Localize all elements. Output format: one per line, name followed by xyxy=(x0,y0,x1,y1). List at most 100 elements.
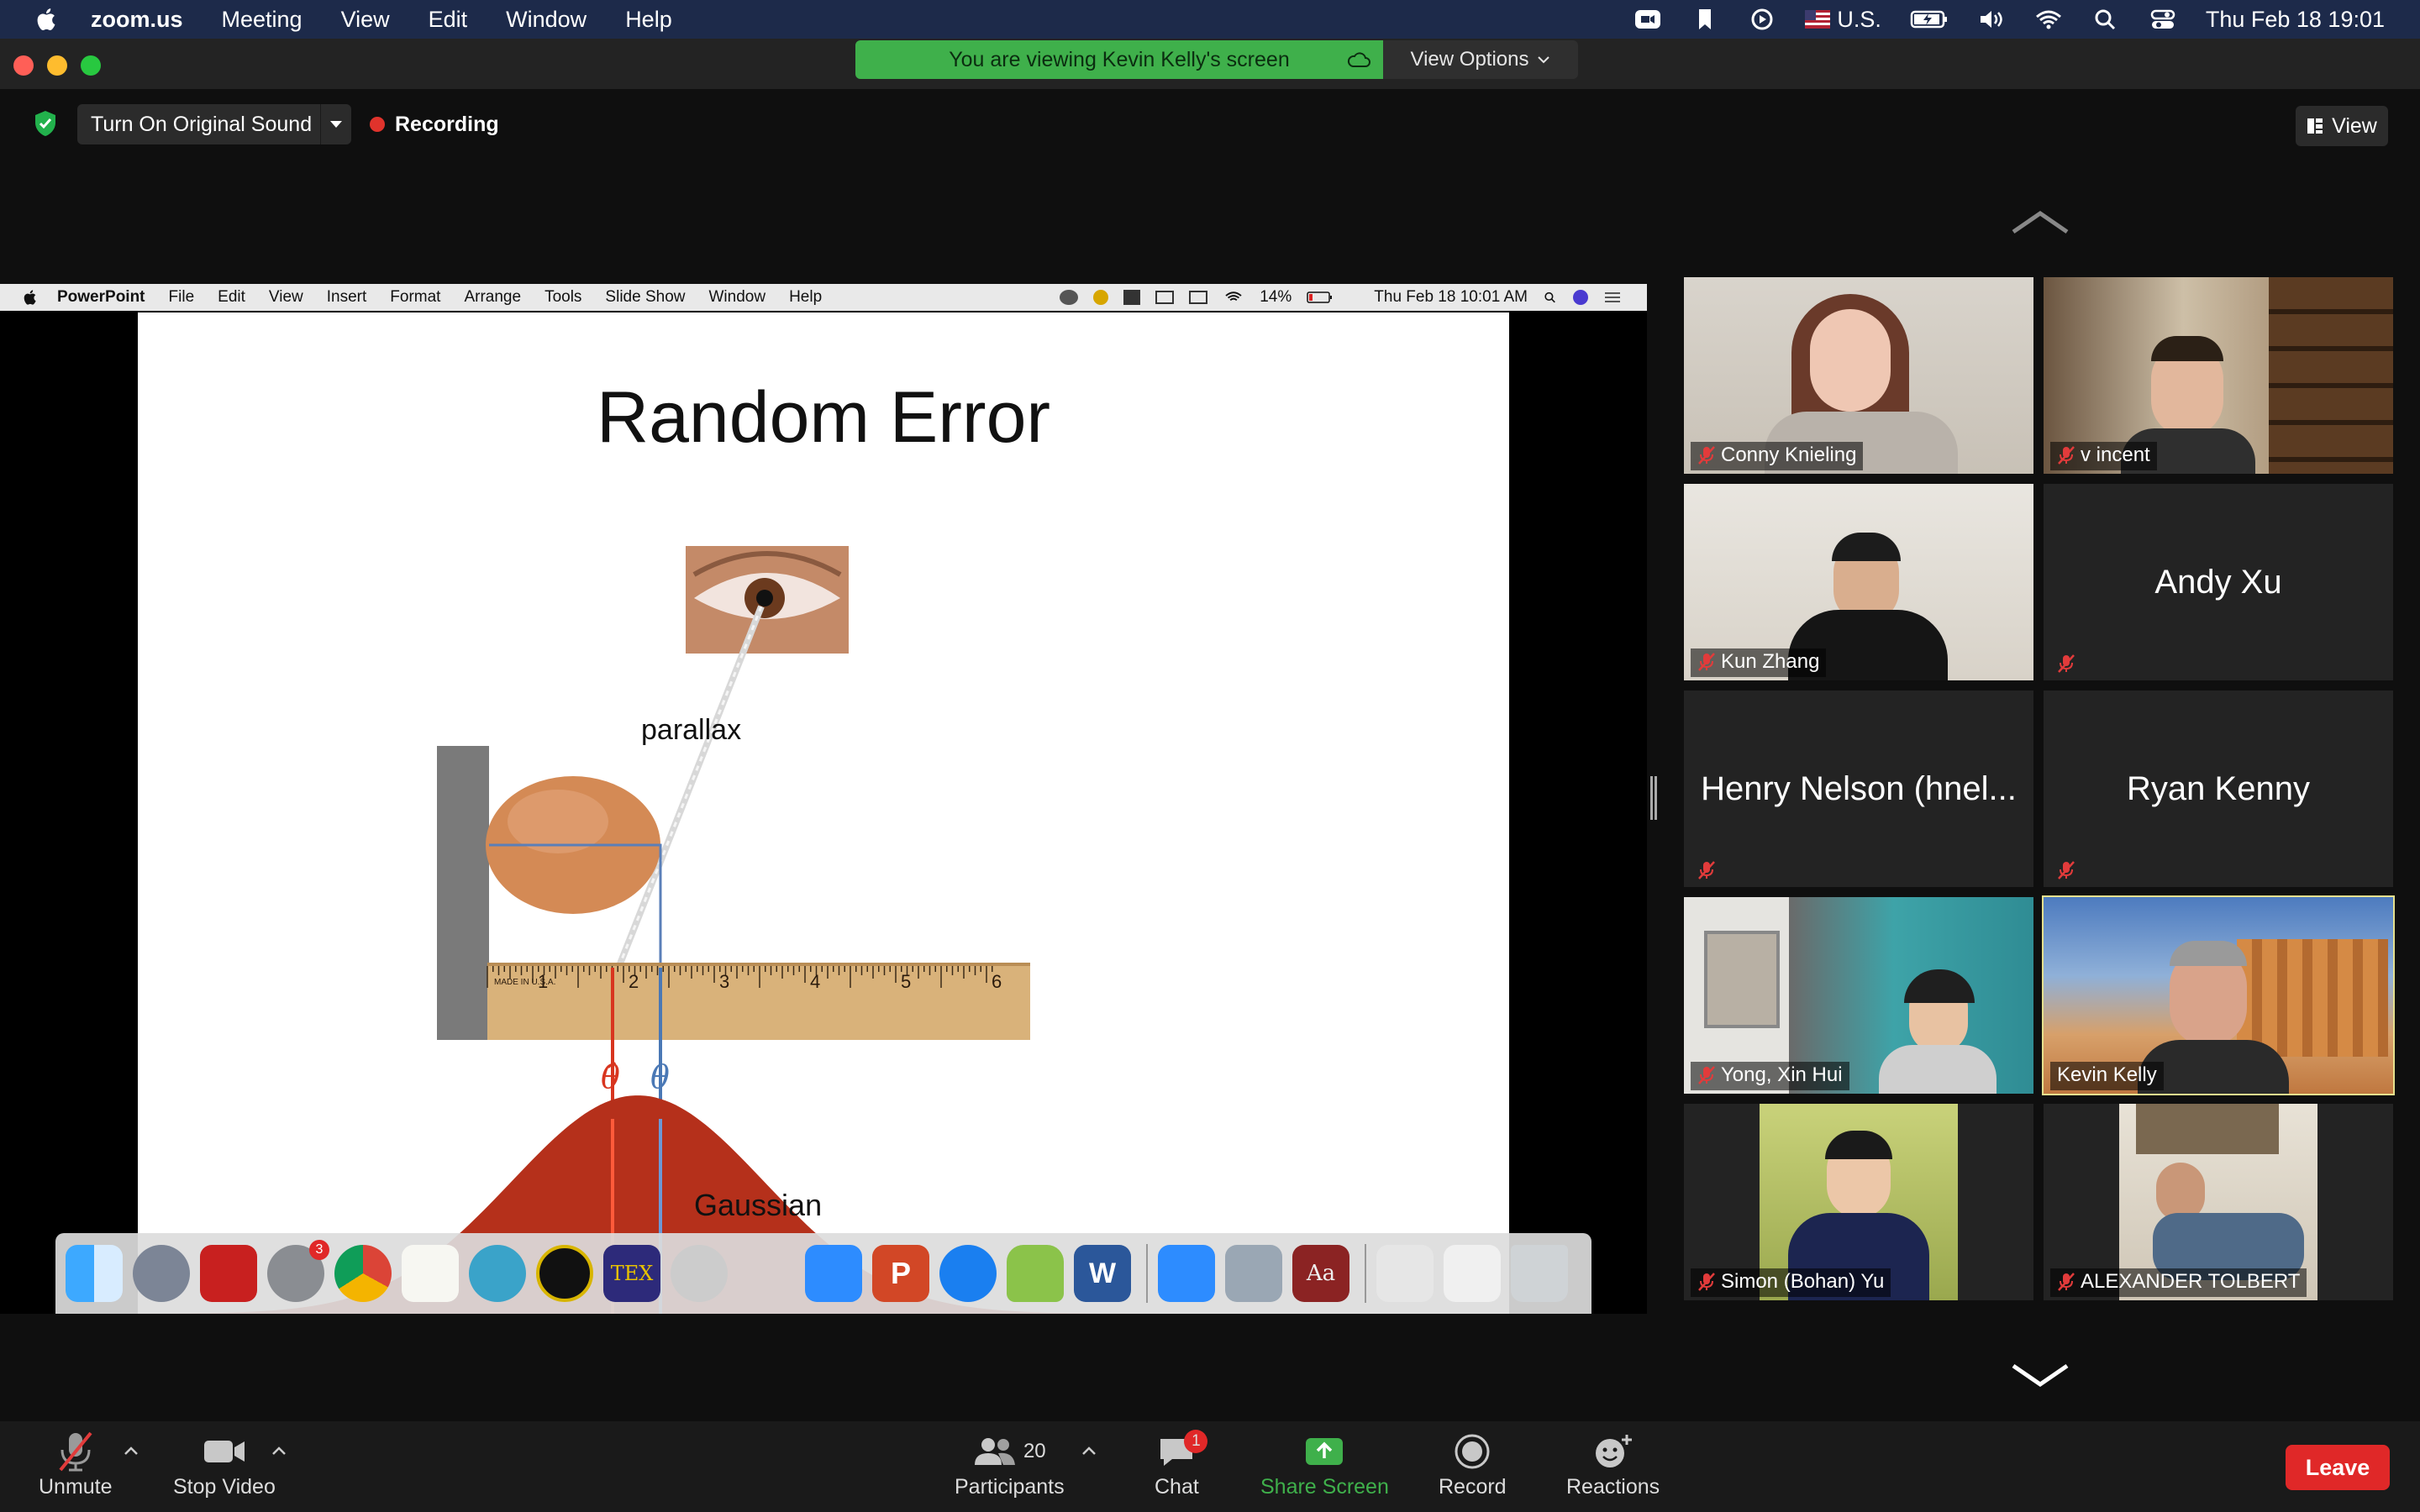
encryption-shield-icon[interactable] xyxy=(32,109,59,138)
bookmark-icon[interactable] xyxy=(1691,8,1719,31)
panel-resize-handle[interactable] xyxy=(1650,776,1657,820)
minimize-window-button[interactable] xyxy=(47,55,67,76)
participant-name-center: Henry Nelson (hnel... xyxy=(1701,769,2017,807)
scripts-dock-icon[interactable] xyxy=(738,1245,795,1302)
participant-tile[interactable]: Ryan Kenny xyxy=(2044,690,2393,887)
participant-tile[interactable]: Simon (Bohan) Yu xyxy=(1684,1104,2033,1300)
participant-mute-indicator xyxy=(1691,858,1723,884)
participant-name-label: Simon (Bohan) Yu xyxy=(1691,1268,1891,1297)
chrome-dock-icon[interactable] xyxy=(334,1245,392,1302)
ruler-made-in-label: MADE IN U.S.A. xyxy=(494,978,555,987)
participant-tile[interactable]: Yong, Xin Hui xyxy=(1684,897,2033,1094)
shared-menubar: PowerPoint File Edit View Insert Format … xyxy=(0,284,1647,311)
tex-dock-label: TEX xyxy=(610,1262,654,1285)
downloads-dock-icon[interactable] xyxy=(1376,1245,1434,1302)
menubar-clock[interactable]: Thu Feb 18 19:01 xyxy=(2206,7,2385,33)
tex-dock-icon[interactable]: TEX xyxy=(603,1245,660,1302)
word-dock-icon[interactable]: W xyxy=(1074,1245,1131,1302)
original-sound-label: Turn On Original Sound xyxy=(91,112,313,136)
menu-app-name[interactable]: zoom.us xyxy=(91,7,183,33)
shared-clock: Thu Feb 18 10:01 AM xyxy=(1374,288,1528,306)
record-button[interactable]: Record xyxy=(1439,1428,1507,1499)
menu-view[interactable]: View xyxy=(341,7,390,33)
share-screen-button[interactable]: Share Screen xyxy=(1260,1428,1389,1499)
participant-tile[interactable]: Kun Zhang xyxy=(1684,484,2033,680)
textedit-dock-icon[interactable] xyxy=(402,1245,459,1302)
mic-muted-icon xyxy=(1698,861,1715,879)
participant-tile[interactable]: Andy Xu xyxy=(2044,484,2393,680)
participant-tile-active-speaker[interactable]: Kevin Kelly xyxy=(2042,895,2395,1095)
share-screen-label: Share Screen xyxy=(1260,1475,1389,1499)
launchpad-dock-icon[interactable] xyxy=(133,1245,190,1302)
menu-help[interactable]: Help xyxy=(625,7,672,33)
texshop-dock-icon[interactable] xyxy=(536,1245,593,1302)
safari-dock-icon[interactable] xyxy=(939,1245,997,1302)
android-dock-icon[interactable] xyxy=(1007,1245,1064,1302)
participant-name: v incent xyxy=(2081,444,2150,466)
recording-dot-icon xyxy=(370,117,385,132)
menu-edit[interactable]: Edit xyxy=(429,7,468,33)
input-source[interactable]: U.S. xyxy=(1805,7,1881,33)
gallery-next-arrow-icon[interactable] xyxy=(2010,1362,2070,1388)
apple-icon[interactable] xyxy=(34,7,57,32)
preview-dock-icon[interactable] xyxy=(1225,1245,1282,1302)
audio-options-caret-icon[interactable] xyxy=(123,1445,139,1457)
view-options-button[interactable]: View Options xyxy=(1383,40,1578,79)
play-circle-icon[interactable] xyxy=(1748,8,1776,31)
shared-screen[interactable]: PowerPoint File Edit View Insert Format … xyxy=(0,284,1647,1314)
latexit-dock-icon[interactable] xyxy=(671,1245,728,1302)
recording-indicator[interactable]: Recording xyxy=(370,104,499,144)
reactions-label: Reactions xyxy=(1566,1475,1660,1499)
participants-options-caret-icon[interactable] xyxy=(1081,1445,1097,1457)
participant-name-center: Ryan Kenny xyxy=(2127,769,2310,807)
control-center-icon[interactable] xyxy=(2149,8,2177,31)
participant-name: Kevin Kelly xyxy=(2057,1063,2157,1086)
mic-muted-icon xyxy=(1698,1273,1715,1291)
stop-video-label: Stop Video xyxy=(173,1475,276,1499)
theta-label: θ xyxy=(650,1058,670,1095)
powerpoint-dock-icon[interactable]: P xyxy=(872,1245,929,1302)
original-sound-dropdown[interactable] xyxy=(320,104,351,144)
fullscreen-window-button[interactable] xyxy=(81,55,101,76)
search-icon[interactable] xyxy=(2091,8,2120,31)
zoom-dock-icon[interactable] xyxy=(805,1245,862,1302)
participants-button[interactable]: 20 Participants xyxy=(955,1428,1065,1499)
system-preferences-dock-icon[interactable]: 3 xyxy=(267,1240,329,1302)
trash-dock-icon[interactable] xyxy=(1511,1245,1568,1302)
unmute-button[interactable]: Unmute xyxy=(39,1428,113,1499)
participant-tile[interactable]: v incent xyxy=(2044,277,2393,474)
reactions-button[interactable]: Reactions xyxy=(1566,1428,1660,1499)
gallery-prev-arrow-icon[interactable] xyxy=(2010,210,2070,235)
wifi-icon[interactable] xyxy=(2034,8,2063,31)
menu-meeting[interactable]: Meeting xyxy=(222,7,302,33)
shared-menu-edit: Edit xyxy=(218,288,245,306)
leave-meeting-button[interactable]: Leave xyxy=(2286,1445,2390,1490)
shared-menu-insert: Insert xyxy=(326,288,367,306)
participant-name: Kun Zhang xyxy=(1721,650,1820,673)
participant-tile[interactable]: ALEXANDER TOLBERT xyxy=(2044,1104,2393,1300)
caret-down-icon xyxy=(330,121,342,128)
participant-tile[interactable]: Conny Knieling xyxy=(1684,277,2033,474)
original-sound-button[interactable]: Turn On Original Sound xyxy=(77,104,351,144)
record-label: Record xyxy=(1439,1475,1507,1499)
video-options-caret-icon[interactable] xyxy=(271,1445,287,1457)
network-dock-icon[interactable] xyxy=(469,1245,526,1302)
record-icon xyxy=(1455,1434,1490,1469)
zoom-status-icon[interactable] xyxy=(1634,8,1662,31)
documents-dock-icon[interactable] xyxy=(1444,1245,1501,1302)
battery-icon[interactable] xyxy=(1910,8,1949,31)
menu-window[interactable]: Window xyxy=(506,7,587,33)
stop-video-button[interactable]: Stop Video xyxy=(173,1428,276,1499)
zoom2-dock-icon[interactable] xyxy=(1158,1245,1215,1302)
view-button[interactable]: View xyxy=(2296,106,2388,146)
acrobat-dock-icon[interactable] xyxy=(200,1245,257,1302)
dictionary-dock-icon[interactable]: Aa xyxy=(1292,1245,1349,1302)
chat-button[interactable]: 1 Chat xyxy=(1155,1428,1208,1499)
volume-icon[interactable] xyxy=(1977,8,2006,31)
finder-dock-icon[interactable] xyxy=(66,1245,123,1302)
close-window-button[interactable] xyxy=(13,55,34,76)
unmute-label: Unmute xyxy=(39,1475,113,1499)
mic-muted-icon xyxy=(1698,446,1715,465)
participant-tile[interactable]: Henry Nelson (hnel... xyxy=(1684,690,2033,887)
participant-name-label: v incent xyxy=(2050,442,2157,470)
